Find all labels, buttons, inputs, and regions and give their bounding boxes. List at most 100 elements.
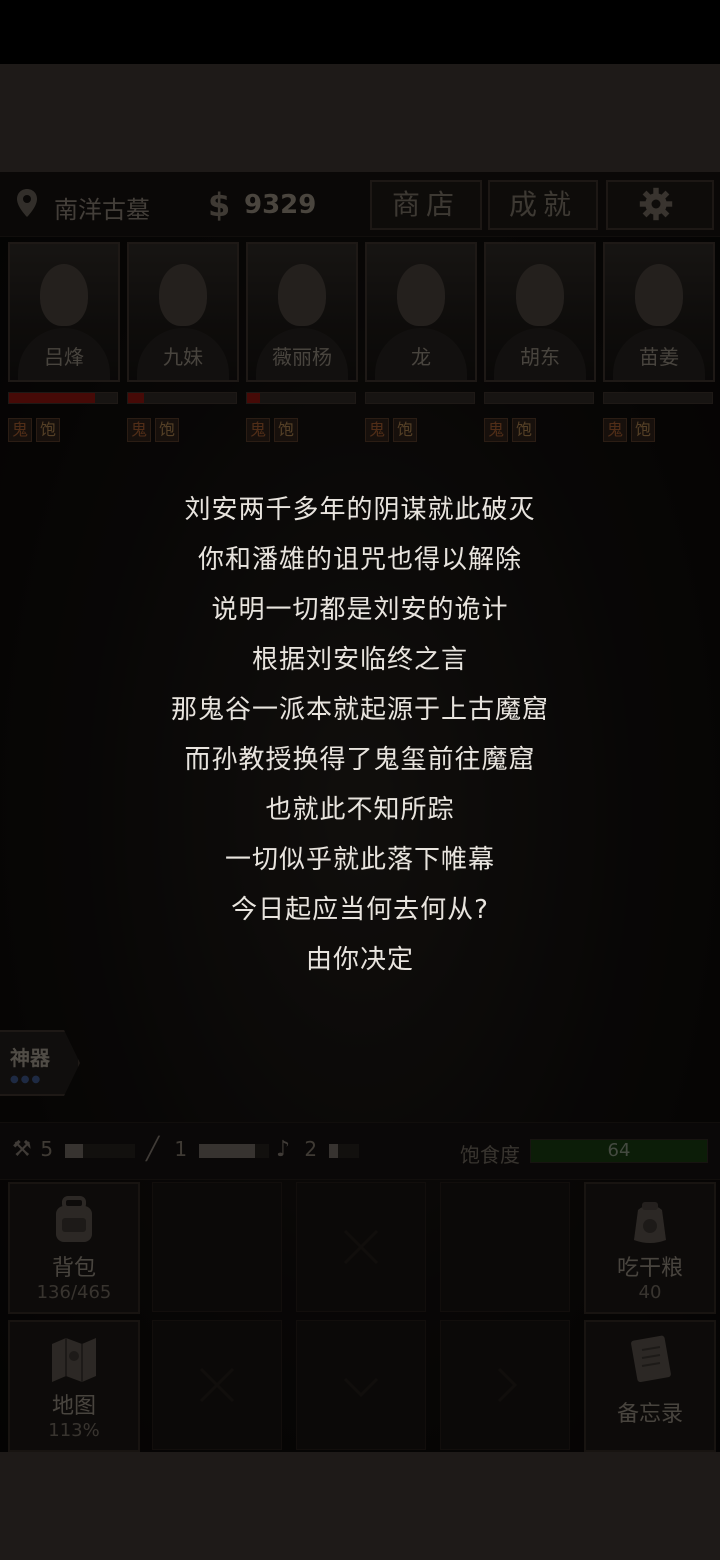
full-tag: 饱 <box>631 418 655 442</box>
rope-count: 1 <box>174 1137 188 1161</box>
member-hp-fill <box>9 393 96 403</box>
ghost-tag: 鬼 <box>246 418 270 442</box>
story-line: 那鬼谷一派本就起源于上古魔窟 <box>170 695 549 725</box>
shovel-icon: ⚒ <box>12 1137 32 1162</box>
empty-slot <box>152 1182 282 1312</box>
story-line: 由你决定 <box>305 945 414 975</box>
full-tag: 饱 <box>36 418 60 442</box>
member-portrait: 苗姜 <box>603 242 715 382</box>
party-member[interactable]: 龙 鬼饱 <box>365 242 477 442</box>
location-name: 南洋古墓 <box>54 196 150 224</box>
rope-bar <box>199 1143 270 1158</box>
party-member[interactable]: 胡东 鬼饱 <box>484 242 596 442</box>
ghost-tag: 鬼 <box>603 418 627 442</box>
story-text: 刘安两千多年的阴谋就此破灭 你和潘雄的诅咒也得以解除 说明一切都是刘安的诡计 根… <box>0 490 720 990</box>
gear-icon <box>639 187 673 221</box>
member-portrait: 薇丽杨 <box>246 242 358 382</box>
member-name: 龙 <box>411 345 431 369</box>
pick-resource: ♪ 2 <box>276 1137 360 1162</box>
member-name: 九妹 <box>163 345 203 369</box>
chevron-down-icon <box>343 1377 379 1398</box>
backpack-capacity: 136/465 <box>36 1282 112 1303</box>
chevron-right-icon <box>497 1367 518 1403</box>
resource-bar: ⚒ 5 ╱ 1 ♪ 2 饱食度 64 <box>0 1122 720 1180</box>
memo-label: 备忘录 <box>616 1402 683 1427</box>
memo-button[interactable]: 备忘录 <box>584 1320 716 1452</box>
cross-mark-icon <box>343 1229 379 1265</box>
member-name: 苗姜 <box>639 345 679 369</box>
relic-label: 神器 <box>10 1046 50 1070</box>
satiety-label: 饱食度 <box>460 1143 520 1167</box>
cross-mark-icon <box>199 1367 235 1403</box>
story-line: 也就此不知所踪 <box>265 795 455 825</box>
party-member[interactable]: 九妹 鬼饱 <box>127 242 239 442</box>
location-pin-icon <box>17 189 37 217</box>
story-line: 今日起应当何去何从? <box>231 895 489 925</box>
rope-resource: ╱ 1 <box>146 1137 270 1162</box>
member-portrait: 胡东 <box>484 242 596 382</box>
status-bar <box>0 0 720 64</box>
member-hp-fill <box>128 393 145 403</box>
empty-slot <box>296 1182 426 1312</box>
full-tag: 饱 <box>393 418 417 442</box>
money-icon: $ <box>208 186 231 224</box>
shop-button[interactable]: 商店 <box>370 180 482 230</box>
map-progress: 113% <box>48 1420 100 1441</box>
bottom-letterbox <box>0 1452 720 1560</box>
ghost-tag: 鬼 <box>127 418 151 442</box>
member-name: 吕烽 <box>44 345 84 369</box>
pick-bar <box>329 1143 360 1158</box>
member-portrait: 龙 <box>365 242 477 382</box>
member-portrait: 九妹 <box>127 242 239 382</box>
eat-rations-label: 吃干粮 <box>616 1256 683 1281</box>
shovel-resource: ⚒ 5 <box>12 1137 136 1162</box>
story-line: 一切似乎就此落下帷幕 <box>224 845 495 875</box>
map-label: 地图 <box>51 1394 96 1419</box>
member-hp-bar <box>8 392 118 404</box>
pick-bar-fill <box>329 1143 339 1158</box>
backpack-button[interactable]: 背包 136/465 <box>8 1182 140 1314</box>
shovel-bar <box>65 1143 136 1158</box>
rope-icon: ╱ <box>146 1137 160 1162</box>
satiety-value: 64 <box>607 1140 631 1161</box>
member-hp-bar <box>603 392 713 404</box>
pick-icon: ♪ <box>276 1137 291 1162</box>
ghost-tag: 鬼 <box>365 418 389 442</box>
member-hp-bar <box>365 392 475 404</box>
action-grid: 背包 136/465 吃干粮 40 地图 113% 备忘录 <box>8 1182 716 1452</box>
story-line: 刘安两千多年的阴谋就此破灭 <box>184 495 536 525</box>
full-tag: 饱 <box>274 418 298 442</box>
backpack-icon <box>56 1196 92 1242</box>
top-bar: 南洋古墓 $ 9329 商店 成就 <box>0 172 720 237</box>
full-tag: 饱 <box>155 418 179 442</box>
satiety-bar: 64 <box>530 1139 708 1163</box>
relic-dots-icon: ●●● <box>10 1074 43 1085</box>
empty-slot <box>440 1182 570 1312</box>
achievements-button[interactable]: 成就 <box>488 180 598 230</box>
story-line: 你和潘雄的诅咒也得以解除 <box>197 545 522 575</box>
rations-count: 40 <box>638 1282 662 1303</box>
story-line: 说明一切都是刘安的诡计 <box>211 595 509 625</box>
map-button[interactable]: 地图 113% <box>8 1320 140 1452</box>
party-member[interactable]: 苗姜 鬼饱 <box>603 242 715 442</box>
ghost-tag: 鬼 <box>8 418 32 442</box>
story-line: 根据刘安临终之言 <box>251 645 468 675</box>
party-member[interactable]: 薇丽杨 鬼饱 <box>246 242 358 442</box>
member-name: 胡东 <box>520 345 560 369</box>
shovel-bar-fill <box>65 1143 83 1158</box>
relic-tab[interactable]: 神器 ●●● <box>0 1030 80 1096</box>
shovel-count: 5 <box>40 1137 54 1161</box>
eat-rations-button[interactable]: 吃干粮 40 <box>584 1182 716 1314</box>
notebook-icon <box>631 1335 671 1382</box>
member-portrait: 吕烽 <box>8 242 120 382</box>
rope-bar-fill <box>199 1143 256 1158</box>
story-line: 而孙教授换得了鬼玺前往魔窟 <box>184 745 536 775</box>
ghost-tag: 鬼 <box>484 418 508 442</box>
member-hp-bar <box>484 392 594 404</box>
party-member[interactable]: 吕烽 鬼饱 <box>8 242 120 442</box>
empty-slot <box>152 1320 282 1450</box>
pick-count: 2 <box>304 1137 318 1161</box>
member-hp-fill <box>247 393 260 403</box>
game-screen: 南洋古墓 $ 9329 商店 成就 吕烽 鬼饱 九妹 鬼 饱 薇丽杨 鬼 饱 龙… <box>0 172 720 1452</box>
member-hp-bar <box>246 392 356 404</box>
